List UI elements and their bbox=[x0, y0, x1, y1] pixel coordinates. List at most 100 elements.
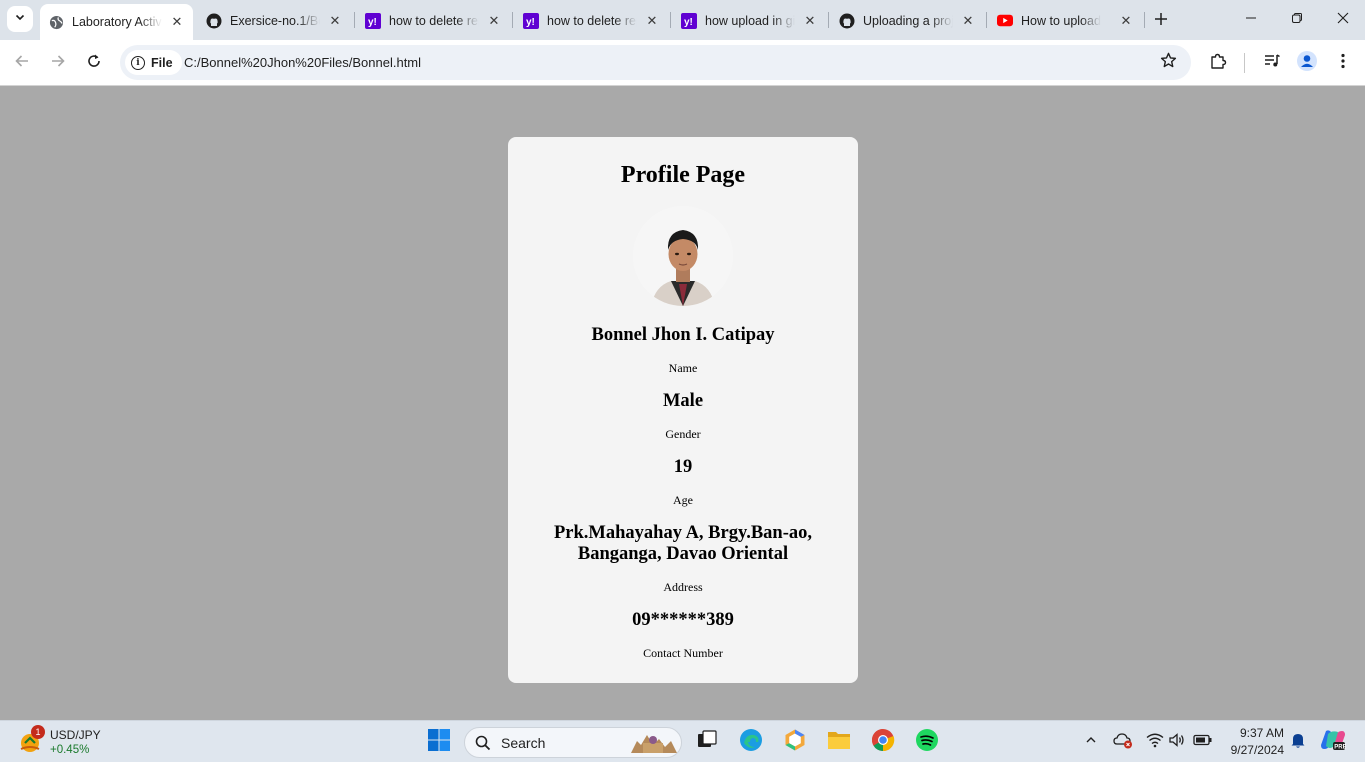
tab-how-to-delete-2[interactable]: y! how to delete repository ✕ bbox=[515, 5, 668, 36]
battery-button[interactable] bbox=[1190, 729, 1216, 755]
system-clock[interactable]: 9:37 AM 9/27/2024 bbox=[1222, 725, 1284, 759]
browser-toolbar: i File C:/Bonnel%20Jhon%20Files/Bonnel.h… bbox=[0, 40, 1365, 86]
svg-text:y!: y! bbox=[368, 17, 377, 28]
close-tab-icon[interactable]: ✕ bbox=[327, 13, 343, 29]
star-icon bbox=[1160, 52, 1177, 74]
tab-how-to-delete-1[interactable]: y! how to delete repository ✕ bbox=[357, 5, 510, 36]
svg-text:y!: y! bbox=[684, 17, 693, 28]
chevron-up-icon bbox=[1085, 733, 1097, 751]
address-value: Prk.Mahayahay A, Brgy.Ban-ao, Banganga, … bbox=[554, 523, 812, 564]
cloud-error-icon bbox=[1113, 731, 1133, 754]
close-tab-icon[interactable]: ✕ bbox=[960, 13, 976, 29]
contact-number-label: Contact Number bbox=[643, 646, 723, 660]
tab-title: How to upload files bbox=[1021, 13, 1101, 28]
bookmark-button[interactable] bbox=[1158, 52, 1178, 74]
close-icon bbox=[1337, 11, 1349, 29]
new-tab-button[interactable] bbox=[1150, 9, 1172, 31]
tab-laboratory-activity[interactable]: Laboratory Activity ✕ bbox=[40, 4, 193, 40]
show-hidden-icons-button[interactable] bbox=[1078, 729, 1104, 755]
chrome-app-button[interactable] bbox=[870, 728, 896, 755]
close-tab-icon[interactable]: ✕ bbox=[169, 14, 185, 30]
arrow-left-icon bbox=[14, 53, 30, 74]
task-view-icon bbox=[696, 729, 718, 756]
tab-search-button[interactable] bbox=[7, 6, 33, 32]
file-explorer-button[interactable] bbox=[826, 729, 852, 755]
close-window-button[interactable] bbox=[1331, 8, 1355, 32]
gender-value: Male bbox=[662, 391, 704, 411]
security-app-button[interactable] bbox=[782, 729, 808, 755]
tab-separator bbox=[670, 12, 671, 28]
tab-separator bbox=[986, 12, 987, 28]
task-view-button[interactable] bbox=[694, 729, 720, 755]
onedrive-status-button[interactable] bbox=[1110, 729, 1136, 755]
tab-separator bbox=[512, 12, 513, 28]
github-icon bbox=[839, 13, 855, 29]
edge-app-button[interactable] bbox=[738, 728, 764, 755]
taskbar-search[interactable]: Search bbox=[464, 727, 682, 758]
notifications-button[interactable] bbox=[1285, 729, 1311, 755]
tab-separator bbox=[828, 12, 829, 28]
battery-icon bbox=[1193, 733, 1213, 751]
address-bar[interactable]: i File C:/Bonnel%20Jhon%20Files/Bonnel.h… bbox=[120, 45, 1191, 80]
close-tab-icon[interactable]: ✕ bbox=[486, 13, 502, 29]
volume-button[interactable] bbox=[1164, 729, 1190, 755]
more-vertical-icon bbox=[1341, 53, 1345, 74]
tab-title: how upload in github bbox=[705, 13, 795, 28]
site-info-chip[interactable]: i File bbox=[125, 50, 182, 75]
hexagon-app-icon bbox=[783, 728, 807, 757]
arrow-right-icon bbox=[50, 53, 66, 74]
tab-title: Exersice-no.1/Bonnel bbox=[230, 13, 320, 28]
close-tab-icon[interactable]: ✕ bbox=[644, 13, 660, 29]
playlist-icon bbox=[1263, 52, 1281, 75]
tab-title: Uploading a project bbox=[863, 13, 953, 28]
search-placeholder: Search bbox=[501, 735, 546, 751]
notification-badge: 1 bbox=[31, 725, 45, 739]
back-button[interactable] bbox=[10, 51, 34, 75]
tab-separator bbox=[354, 12, 355, 28]
wifi-icon bbox=[1146, 732, 1164, 753]
puzzle-icon bbox=[1209, 52, 1227, 75]
address-label: Address bbox=[663, 580, 703, 594]
youtube-icon bbox=[997, 13, 1013, 29]
tab-how-upload-github[interactable]: y! how upload in github ✕ bbox=[673, 5, 826, 36]
scheme-label: File bbox=[151, 55, 173, 70]
tab-how-to-upload-youtube[interactable]: How to upload files ✕ bbox=[989, 5, 1142, 36]
windows-logo-icon bbox=[427, 728, 451, 757]
tab-uploading-project[interactable]: Uploading a project ✕ bbox=[831, 5, 984, 36]
clock-time: 9:37 AM bbox=[1239, 726, 1284, 740]
spotify-icon bbox=[915, 728, 939, 757]
tab-title: how to delete repository bbox=[389, 13, 479, 28]
reload-button[interactable] bbox=[82, 51, 106, 75]
forward-button[interactable] bbox=[46, 51, 70, 75]
svg-text:y!: y! bbox=[526, 17, 535, 28]
globe-icon bbox=[48, 14, 64, 30]
start-button[interactable] bbox=[426, 728, 452, 757]
close-tab-icon[interactable]: ✕ bbox=[1118, 13, 1134, 29]
extensions-button[interactable] bbox=[1206, 51, 1230, 75]
tab-title: Laboratory Activity bbox=[72, 15, 162, 29]
name-label: Name bbox=[668, 361, 698, 375]
restore-button[interactable] bbox=[1285, 8, 1309, 32]
media-controls-button[interactable] bbox=[1260, 51, 1284, 75]
clock-date: 9/27/2024 bbox=[1230, 743, 1284, 757]
copilot-button[interactable]: PRE bbox=[1320, 729, 1347, 755]
tab-title: how to delete repository bbox=[547, 13, 637, 28]
close-tab-icon[interactable]: ✕ bbox=[802, 13, 818, 29]
profile-photo bbox=[633, 206, 733, 306]
gender-label: Gender bbox=[665, 427, 701, 441]
windows-taskbar: 1 USD/JPY +0.45% Search 9:37 AM 9/27/202… bbox=[0, 720, 1365, 762]
url-text[interactable]: C:/Bonnel%20Jhon%20Files/Bonnel.html bbox=[184, 55, 421, 70]
page-title: Profile Page bbox=[620, 162, 746, 188]
spotify-app-button[interactable] bbox=[914, 728, 940, 757]
minimize-button[interactable] bbox=[1239, 8, 1263, 32]
restore-icon bbox=[1291, 11, 1303, 29]
minimize-icon bbox=[1245, 11, 1257, 29]
github-icon bbox=[206, 13, 222, 29]
profile-card: Profile Page Bonnel Jhon I. Catipay Name… bbox=[508, 137, 858, 683]
browser-menu-button[interactable] bbox=[1331, 51, 1355, 75]
widget-title: USD/JPY bbox=[50, 728, 101, 742]
tab-exersice-github[interactable]: Exersice-no.1/Bonnel ✕ bbox=[198, 5, 351, 36]
folder-icon bbox=[827, 729, 851, 756]
widgets-button[interactable]: 1 USD/JPY +0.45% bbox=[16, 725, 126, 759]
profile-button[interactable] bbox=[1295, 50, 1319, 75]
